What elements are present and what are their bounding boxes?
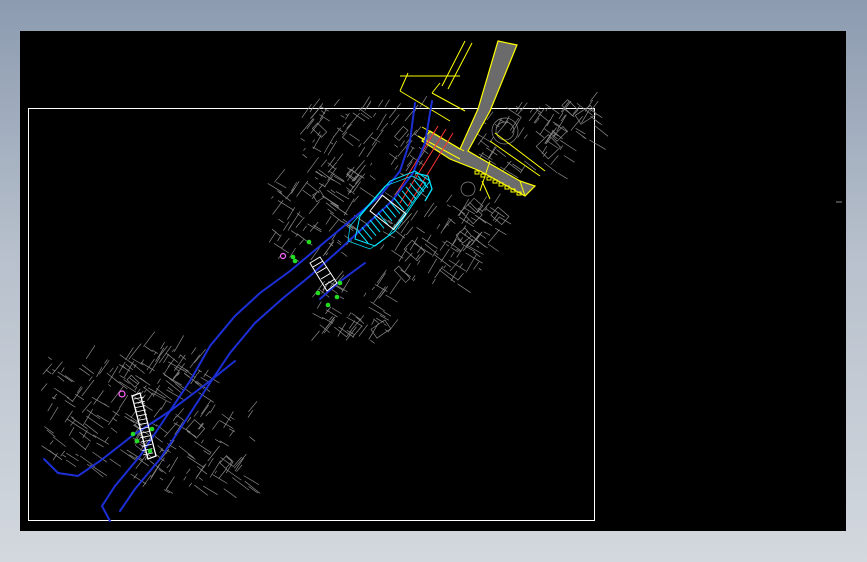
station-box-middle	[309, 256, 338, 292]
layout-frame	[28, 108, 595, 521]
cad-drawing-canvas[interactable]	[20, 31, 846, 531]
tunnel-alignment	[43, 100, 433, 522]
cad-drawing-viewport[interactable]	[20, 31, 846, 531]
magenta-circle-marker	[118, 390, 126, 398]
magenta-circle-marker	[279, 252, 287, 260]
